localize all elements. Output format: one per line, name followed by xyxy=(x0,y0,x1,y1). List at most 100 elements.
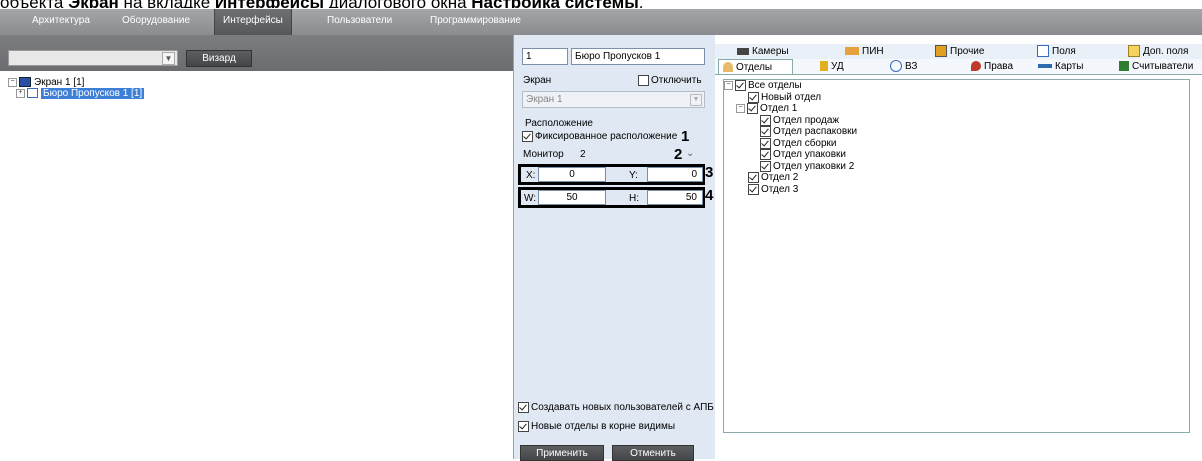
tab-rights[interactable]: Права xyxy=(971,59,1013,74)
collapse-icon[interactable]: − xyxy=(724,81,733,90)
department-label: Отдел 1 xyxy=(760,103,798,115)
checkbox-checked-icon[interactable] xyxy=(760,137,771,149)
new-depts-checkbox[interactable]: Новые отделы в корне видимы xyxy=(518,421,675,432)
expand-icon[interactable]: + xyxy=(16,88,25,98)
tab-label: ВЗ xyxy=(905,61,918,72)
tab-label: УД xyxy=(831,61,844,72)
collapse-icon[interactable]: − xyxy=(8,77,17,87)
disable-checkbox[interactable]: Отключить xyxy=(638,75,702,86)
tab-equipment[interactable]: Оборудование xyxy=(122,9,190,35)
caption-end: . xyxy=(639,0,644,8)
monitor-value: 2 xyxy=(580,149,586,160)
chevron-down-icon[interactable]: ⌄ xyxy=(686,148,694,159)
department-label: Отдел распаковки xyxy=(773,126,858,138)
checkbox-checked-icon[interactable] xyxy=(747,103,758,114)
tab-pin[interactable]: ПИН xyxy=(845,44,884,59)
tab-extra-fields[interactable]: Доп. поля xyxy=(1128,44,1188,59)
department-item[interactable]: − Все отделы xyxy=(724,80,1189,92)
y-field[interactable]: 0 xyxy=(647,167,703,182)
screen-select[interactable]: Экран 1 ▼ xyxy=(522,91,705,108)
tab-time-zones[interactable]: ВЗ xyxy=(890,59,917,74)
department-label: Отдел 2 xyxy=(761,172,799,184)
tab-access-levels[interactable]: УД xyxy=(820,59,844,74)
other-icon xyxy=(935,45,947,58)
tab-fields[interactable]: Поля xyxy=(1037,44,1076,59)
department-item[interactable]: Отдел распаковки xyxy=(724,126,1189,138)
lock-icon xyxy=(820,61,828,72)
checkbox-checked-icon[interactable] xyxy=(748,91,759,103)
tab-readers[interactable]: Считыватели xyxy=(1119,59,1193,74)
tree-item-bureau[interactable]: + Бюро Пропусков 1 [1] xyxy=(8,88,145,99)
callout-3: 3 xyxy=(705,164,714,181)
tab-interfaces[interactable]: Интерфейсы xyxy=(214,9,292,35)
chevron-down-icon[interactable]: ▼ xyxy=(162,52,175,65)
x-field[interactable]: 0 xyxy=(538,167,606,182)
pin-icon xyxy=(845,47,859,56)
department-item[interactable]: Отдел 2 xyxy=(724,172,1189,184)
tab-users[interactable]: Пользователи xyxy=(327,9,392,35)
tabs-row-1: Камеры ПИН Прочие Поля Доп. поля xyxy=(715,44,1202,59)
checkbox-icon[interactable] xyxy=(638,75,649,86)
tab-architecture[interactable]: Архитектура xyxy=(32,9,90,35)
object-tree: − Экран 1 [1] + Бюро Пропусков 1 [1] xyxy=(8,77,145,99)
department-item[interactable]: Новый отдел xyxy=(724,91,1189,104)
checkbox-checked-icon[interactable] xyxy=(748,183,759,195)
checkbox-checked-icon[interactable] xyxy=(518,402,529,413)
department-item[interactable]: Отдел 3 xyxy=(724,183,1189,196)
caption-bold-2: Интерфейсы xyxy=(215,0,324,8)
callout-4: 4 xyxy=(705,187,714,204)
object-type-combo[interactable]: ▼ xyxy=(8,50,178,66)
create-users-label: Создавать новых пользователей с АПБ xyxy=(531,402,714,414)
object-id-field[interactable]: 1 xyxy=(522,48,568,65)
w-label: W: xyxy=(524,193,537,204)
checkbox-checked-icon[interactable] xyxy=(748,172,759,183)
create-users-checkbox[interactable]: Создавать новых пользователей с АПБ xyxy=(518,402,714,413)
checkbox-checked-icon[interactable] xyxy=(518,421,529,432)
department-item[interactable]: Отдел продаж xyxy=(724,114,1189,127)
tab-cameras[interactable]: Камеры xyxy=(737,44,789,59)
object-name-field[interactable]: Бюро Пропусков 1 xyxy=(571,48,705,65)
w-field[interactable]: 50 xyxy=(538,190,606,205)
size-wh-group: W: 50 H: 50 xyxy=(518,187,705,208)
monitor-select[interactable]: 2 xyxy=(580,149,586,160)
checkbox-checked-icon[interactable] xyxy=(760,160,771,172)
checkbox-checked-icon[interactable] xyxy=(735,80,746,91)
tree-item-screen[interactable]: − Экран 1 [1] xyxy=(8,77,144,88)
tab-label: Прочие xyxy=(950,46,985,57)
department-label: Отдел 3 xyxy=(761,183,799,195)
tab-cards[interactable]: Карты xyxy=(1038,59,1084,74)
tabs-row-2: Отделы УД ВЗ Права Карты Считыватели xyxy=(715,59,1202,75)
caption-bold-1: Экран xyxy=(68,0,119,8)
tab-label: Считыватели xyxy=(1132,61,1194,72)
department-item[interactable]: Отдел сборки xyxy=(724,137,1189,150)
department-item[interactable]: − Отдел 1 xyxy=(724,103,1189,115)
wizard-button[interactable]: Визард xyxy=(186,50,252,67)
tab-departments[interactable]: Отделы xyxy=(718,59,794,74)
checkbox-checked-icon[interactable] xyxy=(760,149,771,160)
department-rows: − Все отделы Новый отдел − Отдел 1 Отдел прод… xyxy=(724,80,1189,195)
department-item[interactable]: Отдел упаковки 2 xyxy=(724,160,1189,173)
collapse-icon[interactable]: − xyxy=(736,104,745,113)
tab-label: ПИН xyxy=(862,46,884,57)
chevron-down-icon[interactable]: ▼ xyxy=(690,94,702,106)
h-label: H: xyxy=(629,193,639,204)
department-label: Отдел упаковки 2 xyxy=(773,160,855,172)
caption-bold-3: Настройка системы xyxy=(471,0,638,8)
checkbox-checked-icon[interactable] xyxy=(760,114,771,126)
department-item[interactable]: Отдел упаковки xyxy=(724,149,1189,161)
tab-programming[interactable]: Программирование xyxy=(430,9,521,35)
fixed-location-checkbox[interactable]: Фиксированное расположение xyxy=(522,131,677,142)
department-label: Новый отдел xyxy=(761,91,822,103)
position-xy-group: X: 0 Y: 0 xyxy=(518,164,705,185)
tab-other[interactable]: Прочие xyxy=(935,44,984,59)
main-tab-bar: Архитектура Оборудование Интерфейсы Поль… xyxy=(0,9,1202,35)
extra-fields-icon xyxy=(1128,45,1140,58)
callout-1: 1 xyxy=(681,128,690,145)
checkbox-checked-icon[interactable] xyxy=(522,131,533,142)
x-label: X: xyxy=(526,170,536,181)
location-label: Расположение xyxy=(525,118,593,129)
camera-icon xyxy=(737,47,749,55)
monitor-label: Монитор xyxy=(523,149,564,160)
h-field[interactable]: 50 xyxy=(647,190,703,205)
checkbox-checked-icon[interactable] xyxy=(760,126,771,137)
